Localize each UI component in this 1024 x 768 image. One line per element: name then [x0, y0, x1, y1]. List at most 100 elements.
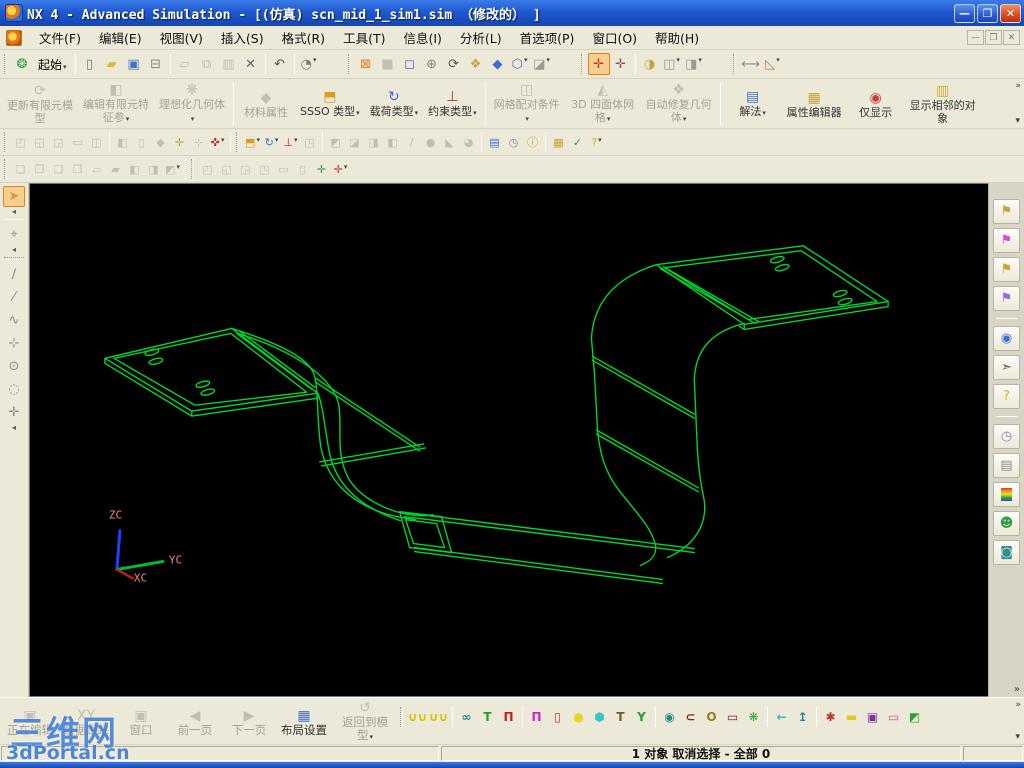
- visualization[interactable]: ◑: [639, 53, 661, 75]
- mesh-tool-2[interactable]: ❐: [30, 160, 49, 179]
- slider-support[interactable]: T: [610, 706, 631, 727]
- notebook[interactable]: ▤: [993, 453, 1020, 478]
- mesh-tool-9[interactable]: ◩ ▾: [163, 160, 182, 179]
- tet-mesh-3d[interactable]: ◭ 3D 四面体网格▾: [566, 80, 640, 128]
- fe-op-2[interactable]: ◱: [30, 133, 49, 152]
- bottom-overflow-icon[interactable]: »: [1015, 700, 1021, 710]
- dropdown-arrow-icon[interactable]: ▾: [683, 115, 687, 123]
- rotational-load[interactable]: ◉: [659, 706, 680, 727]
- dropdown-arrow-icon[interactable]: ▾: [598, 136, 602, 144]
- next-page[interactable]: ▶ 下一页: [223, 706, 275, 739]
- copy[interactable]: ⧉: [196, 53, 218, 75]
- dropdown-arrow-icon[interactable]: ▾: [698, 56, 702, 64]
- mesh-tool-5[interactable]: ▱: [87, 160, 106, 179]
- help-bookmark[interactable]: ?: [993, 384, 1020, 409]
- part-navigator[interactable]: ⚑: [993, 257, 1020, 282]
- solution-small[interactable]: ▤: [485, 133, 504, 152]
- show-adjacent-objects[interactable]: ▥ 显示相邻的对象: [906, 81, 980, 127]
- dropdown-arrow-icon[interactable]: ▾: [762, 109, 766, 117]
- fixed-support[interactable]: T: [477, 706, 498, 727]
- menu-help[interactable]: 帮助(H): [646, 25, 708, 50]
- dropdown-arrow-icon[interactable]: ▾: [275, 136, 279, 144]
- clamp-load-1[interactable]: ∪∪: [407, 706, 428, 727]
- point[interactable]: ✛: [170, 133, 189, 152]
- nx-logo[interactable]: ❂: [11, 53, 33, 75]
- object-info[interactable]: ◔ ▾: [298, 53, 320, 75]
- rotate-view[interactable]: ⟳: [443, 53, 465, 75]
- force-load[interactable]: ↥: [792, 706, 813, 727]
- enforced-displacement[interactable]: ←: [771, 706, 792, 727]
- print[interactable]: ⊟: [145, 53, 167, 75]
- collapse-arrow-icon[interactable]: ◂: [12, 208, 16, 216]
- mdi-minimize-button[interactable]: —: [967, 30, 984, 45]
- dropdown-arrow-icon[interactable]: ▾: [525, 115, 529, 123]
- bar-load[interactable]: ▬: [841, 706, 862, 727]
- material-properties[interactable]: ◆ 材料属性: [238, 88, 294, 121]
- dropdown-arrow-icon[interactable]: ▾: [313, 56, 317, 64]
- flag-marker[interactable]: ◩: [904, 706, 925, 727]
- update-fe-model[interactable]: ⟳ 更新有限元模型: [3, 81, 77, 127]
- snap-line-segment[interactable]: ⁄: [3, 287, 25, 308]
- wireframe-view[interactable]: ⬡ ▾: [509, 53, 531, 75]
- body-mesh[interactable]: ◕: [459, 133, 478, 152]
- snap-axis[interactable]: ⊹: [3, 333, 25, 354]
- collapse-arrow-icon[interactable]: ◂: [12, 246, 16, 254]
- cut[interactable]: ▱: [174, 53, 196, 75]
- edit-fe-params[interactable]: ◧ 编辑有限元特征参▾: [79, 80, 153, 128]
- dropdown-arrow-icon[interactable]: ▾: [221, 136, 225, 144]
- mesh-tool-4[interactable]: ❒: [68, 160, 87, 179]
- mesh-tool-8[interactable]: ◨: [144, 160, 163, 179]
- mesh-3[interactable]: ◨: [364, 133, 383, 152]
- pinned-support[interactable]: Π: [526, 706, 547, 727]
- bc-tool-3[interactable]: ◲: [236, 160, 255, 179]
- sim-object[interactable]: ◳: [300, 133, 319, 152]
- csys-display[interactable]: ✛: [312, 160, 331, 179]
- dropdown-arrow-icon[interactable]: ▾: [344, 163, 348, 171]
- cage-constraint[interactable]: ▯: [547, 706, 568, 727]
- bc-tool-2[interactable]: ◱: [217, 160, 236, 179]
- wheel-load[interactable]: ✱: [820, 706, 841, 727]
- hidden-edges-view[interactable]: ◪ ▾: [531, 53, 553, 75]
- constraint-navigator[interactable]: ⚑: [993, 286, 1020, 311]
- menu-information[interactable]: 信息(I): [394, 25, 450, 50]
- mesh-1[interactable]: ◩: [326, 133, 345, 152]
- prev-page[interactable]: ◀ 前一页: [169, 706, 221, 739]
- mesh-tool-1[interactable]: ❏: [11, 160, 30, 179]
- menu-analysis[interactable]: 分析(L): [451, 25, 511, 50]
- save[interactable]: ▣: [123, 53, 145, 75]
- minimize-button[interactable]: —: [954, 3, 975, 23]
- bc-tool-6[interactable]: ▯: [293, 160, 312, 179]
- mesh-4[interactable]: ◧: [383, 133, 402, 152]
- mesh-2[interactable]: ◪: [345, 133, 364, 152]
- assembly-navigator[interactable]: ⚑: [993, 228, 1020, 253]
- ssso-small[interactable]: ⬒ ▾: [243, 133, 262, 152]
- dropdown-arrow-icon[interactable]: ▾: [473, 109, 477, 117]
- region-constraint[interactable]: ▣: [862, 706, 883, 727]
- bc-tool-4[interactable]: ◳: [255, 160, 274, 179]
- zoom-in-out[interactable]: ⊕: [421, 53, 443, 75]
- context-help[interactable]: ? ▾: [587, 133, 606, 152]
- graphics-viewport[interactable]: ZC YC XC: [29, 183, 988, 697]
- mesh-tool-6[interactable]: ▰: [106, 160, 125, 179]
- toolbar-overflow-icon[interactable]: »: [1015, 81, 1021, 91]
- datum-csys[interactable]: ✜ ▾: [208, 133, 227, 152]
- hydrostatic-load[interactable]: ⬢: [589, 706, 610, 727]
- bottom-options-icon[interactable]: ▾: [1015, 732, 1021, 742]
- snap-circle[interactable]: ◌: [3, 379, 25, 400]
- menu-insert[interactable]: 插入(S): [212, 25, 273, 50]
- return-to-model[interactable]: ↺ 返回到模型▾: [333, 698, 397, 746]
- zoom-disabled[interactable]: ■: [377, 53, 399, 75]
- new-file[interactable]: ▯: [79, 53, 101, 75]
- open-file[interactable]: ▰: [101, 53, 123, 75]
- selection-filter[interactable]: ➤: [3, 186, 25, 207]
- window-page[interactable]: ▣ 窗口: [115, 706, 167, 739]
- dropdown-arrow-icon[interactable]: ▾: [176, 163, 180, 171]
- paste[interactable]: ▥: [218, 53, 240, 75]
- color-palette[interactable]: [993, 482, 1020, 507]
- cylindrical-joint[interactable]: Y: [631, 706, 652, 727]
- menu-file[interactable]: 文件(F): [30, 25, 90, 50]
- snap-point[interactable]: ⌖: [3, 224, 25, 245]
- mesh-tool-3[interactable]: ❑: [49, 160, 68, 179]
- model-check[interactable]: ✓: [568, 133, 587, 152]
- point-set[interactable]: ⊹: [189, 133, 208, 152]
